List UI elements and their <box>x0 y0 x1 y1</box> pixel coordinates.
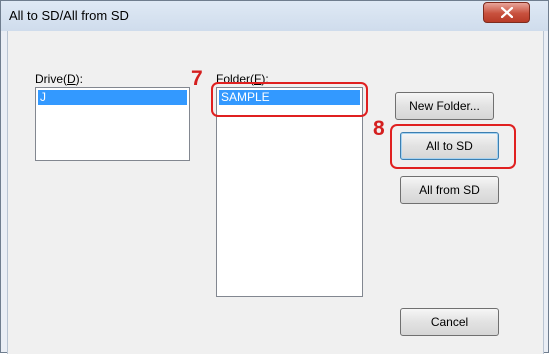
close-icon <box>500 7 513 18</box>
all-from-sd-button[interactable]: All from SD <box>400 176 499 204</box>
new-folder-button[interactable]: New Folder... <box>395 92 494 120</box>
drive-listbox[interactable]: J <box>35 87 190 161</box>
close-button[interactable] <box>483 2 530 23</box>
title-bar: All to SD/All from SD <box>1 1 548 31</box>
drive-label: Drive(D): <box>35 72 84 86</box>
window-title: All to SD/All from SD <box>9 8 129 23</box>
all-to-sd-button[interactable]: All to SD <box>400 132 499 160</box>
cancel-button[interactable]: Cancel <box>400 308 499 336</box>
drive-item-j[interactable]: J <box>38 90 187 105</box>
dialog-body: Drive(D): J 7 Folder(F): SAMPLE New Fold… <box>7 31 544 354</box>
step-8-marker: 8 <box>373 117 385 140</box>
dialog-window: All to SD/All from SD Drive(D): J 7 Fold… <box>0 0 549 354</box>
folder-listbox[interactable]: SAMPLE <box>216 87 363 297</box>
step-7-highlight <box>211 82 368 117</box>
step-7-marker: 7 <box>191 67 203 90</box>
